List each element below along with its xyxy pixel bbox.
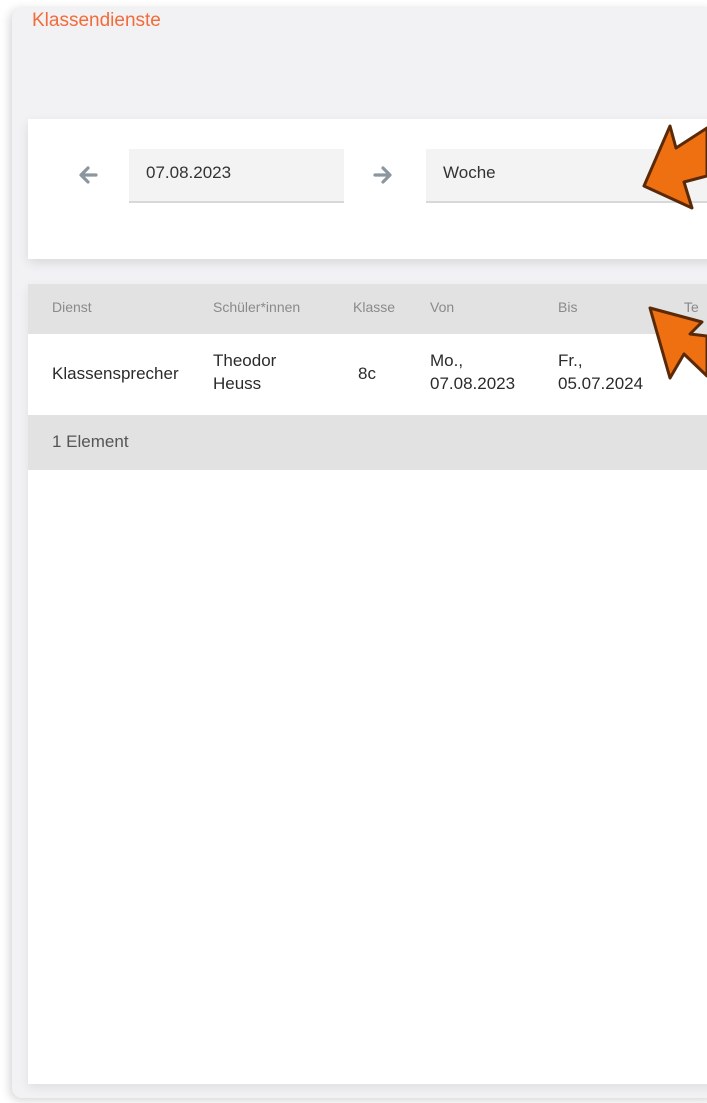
cell-von: Mo., 07.08.2023 [430,349,515,395]
cell-bis-date: 05.07.2024 [558,374,644,393]
cell-klasse: 8c [358,364,376,383]
cell-schueler: Theodor Heuss [213,349,276,395]
previous-period-button[interactable] [75,162,101,188]
cell-von-date: 07.08.2023 [430,374,516,393]
column-header-schueler[interactable]: Schüler*innen [213,299,300,315]
date-field-value: 07.08.2023 [146,163,232,182]
page-title: Klassendienste [32,10,161,31]
services-table: Dienst Schüler*innen Klasse Von Bis Te K… [28,284,707,1084]
table-footer: 1 Element [28,415,707,470]
column-header-klasse[interactable]: Klasse [353,299,395,315]
cell-von-weekday: Mo., [430,351,464,370]
date-field[interactable]: 07.08.2023 [129,149,344,203]
column-header-dienst[interactable]: Dienst [52,299,92,315]
next-period-button[interactable] [370,162,396,188]
period-select[interactable]: Woche [426,149,707,203]
table-row[interactable]: Klassensprecher Theodor Heuss 8c Mo., 07… [28,334,707,415]
cell-schueler-last-name: Heuss [213,374,262,393]
column-header-more[interactable]: Te [684,299,699,315]
arrow-left-icon [79,166,98,184]
cell-dienst: Klassensprecher [52,364,179,383]
arrow-right-icon [373,166,392,184]
cell-bis: Fr., 05.07.2024 [558,349,643,395]
table-header: Dienst Schüler*innen Klasse Von Bis Te [28,284,707,334]
cell-bis-weekday: Fr., [558,351,583,370]
column-header-bis[interactable]: Bis [558,299,577,315]
app-frame: Klassendienste 07.08.2023 Woche Dienst S… [12,8,707,1098]
column-header-von[interactable]: Von [430,299,454,315]
cell-schueler-first-name: Theodor [213,351,277,370]
period-select-value: Woche [443,163,496,182]
element-count: 1 Element [52,432,129,451]
date-filter-card: 07.08.2023 Woche [28,119,707,259]
